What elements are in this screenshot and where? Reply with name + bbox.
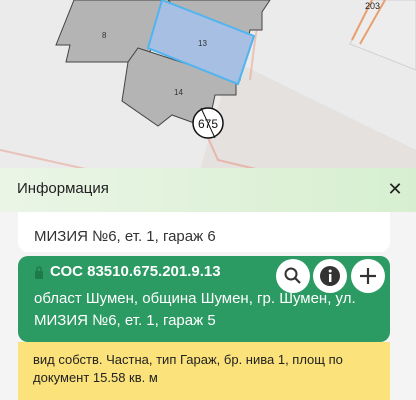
details-line-1: вид собств. Частна, тип Гараж, бр. нива … — [33, 352, 343, 367]
prev-card-address: МИЗИЯ №6, ет. 1, гараж 6 — [34, 228, 216, 245]
details-line-2: документ 15.58 кв. м — [33, 370, 158, 385]
result-card[interactable]: СОС 83510.675.201.9.13 област Шумен, общ… — [18, 256, 390, 342]
object-details: вид собств. Частна, тип Гараж, бр. нива … — [18, 342, 390, 400]
panel-title: Информация — [17, 180, 109, 197]
address-line-1: област Шумен, община Шумен, гр. Шумен, у… — [34, 290, 356, 307]
parcel-14-label: 14 — [174, 88, 183, 97]
parcel-13-label: 13 — [198, 39, 207, 48]
building-number: 675 — [198, 117, 218, 131]
map-canvas[interactable]: 203 8 14 13 675 — [0, 0, 416, 170]
address-line-2: МИЗИЯ №6, ет. 1, гараж 5 — [34, 312, 216, 329]
search-icon[interactable] — [276, 259, 310, 293]
panel-header: Информация ✕ — [0, 168, 416, 212]
parcel-8-label: 8 — [102, 31, 107, 40]
info-icon[interactable] — [313, 259, 347, 293]
close-icon[interactable]: ✕ — [384, 178, 406, 200]
cadastral-map[interactable]: 203 8 14 13 675 — [0, 0, 416, 170]
add-icon[interactable] — [351, 259, 385, 293]
object-id: СОС 83510.675.201.9.13 — [50, 263, 221, 280]
previous-result-card[interactable]: МИЗИЯ №6, ет. 1, гараж 6 — [18, 212, 390, 252]
info-panel: Информация ✕ МИЗИЯ №6, ет. 1, гараж 6 СО… — [0, 168, 416, 400]
parcel-203-label: 203 — [365, 1, 380, 11]
lock-icon — [35, 266, 43, 279]
